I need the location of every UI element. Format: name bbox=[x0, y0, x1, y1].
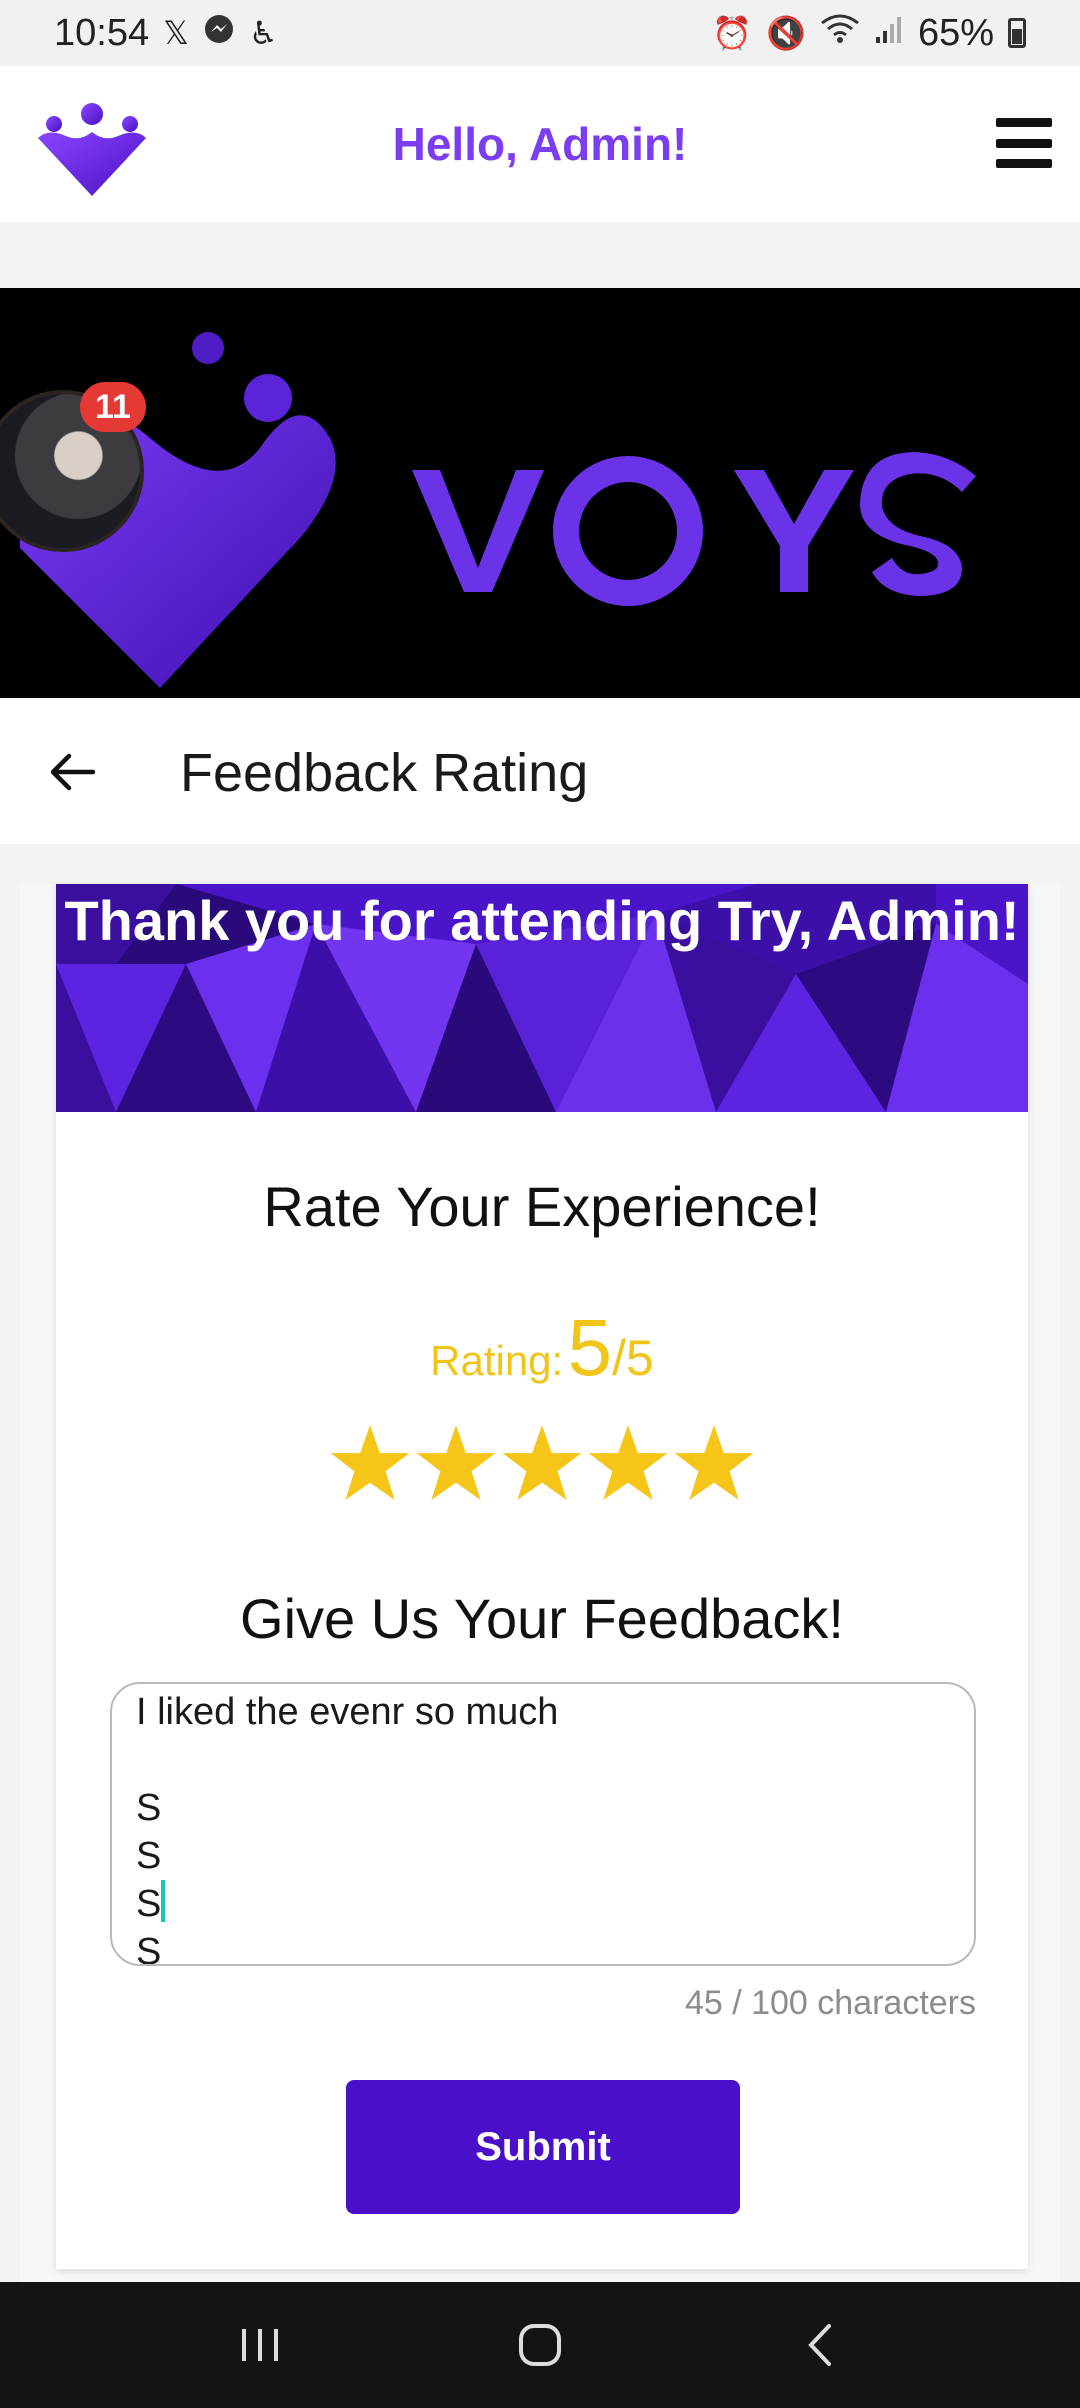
rating-value: 5 bbox=[567, 1303, 613, 1392]
signal-icon bbox=[874, 12, 904, 55]
android-nav-bar bbox=[0, 2282, 1080, 2408]
feedback-card: Thank you for attending Try, Admin! Rate… bbox=[56, 884, 1028, 2269]
page-title: Feedback Rating bbox=[180, 743, 589, 803]
submit-button[interactable]: Submit bbox=[346, 2080, 740, 2214]
star-icon[interactable] bbox=[415, 1422, 497, 1504]
home-icon[interactable] bbox=[500, 2305, 580, 2385]
x-icon: 𝕏 bbox=[163, 15, 189, 51]
text-cursor bbox=[161, 1880, 166, 1922]
feedback-line: I liked the evenr so much bbox=[136, 1691, 559, 1733]
mute-icon: 🔇 bbox=[766, 15, 806, 51]
voys-logo-icon[interactable] bbox=[36, 102, 148, 196]
back-icon[interactable] bbox=[780, 2305, 860, 2385]
star-icon[interactable] bbox=[587, 1422, 669, 1504]
hamburger-menu-icon[interactable] bbox=[996, 118, 1052, 168]
app-header: Hello, Admin! bbox=[0, 66, 1080, 222]
thanks-banner: Thank you for attending Try, Admin! bbox=[56, 884, 1028, 1112]
star-icon[interactable] bbox=[501, 1422, 583, 1504]
rate-heading: Rate Your Experience! bbox=[263, 1175, 821, 1238]
menu-line bbox=[996, 138, 1052, 148]
feedback-text: I liked the evenr so much SSSS bbox=[136, 1688, 950, 1966]
rating-label: Rating: bbox=[430, 1337, 564, 1384]
thanks-message: Thank you for attending Try, Admin! bbox=[64, 889, 1020, 952]
messenger-icon bbox=[203, 12, 235, 55]
recent-apps-icon[interactable] bbox=[220, 2305, 300, 2385]
alarm-icon: ⏰ bbox=[712, 15, 753, 51]
feedback-card-container: Thank you for attending Try, Admin! Rate… bbox=[20, 884, 1060, 2284]
feedback-textarea[interactable]: I liked the evenr so much SSSS bbox=[110, 1682, 976, 1966]
greeting: Hello, Admin! bbox=[392, 118, 688, 170]
wifi-icon bbox=[820, 12, 860, 55]
voys-banner-graphic bbox=[20, 332, 976, 688]
menu-line bbox=[996, 118, 1052, 127]
rating-max: /5 bbox=[612, 1330, 654, 1386]
rating-display: Rating: 5/5 bbox=[56, 1302, 1028, 1394]
page-header: Feedback Rating bbox=[0, 698, 1080, 844]
feedback-line: S bbox=[136, 1880, 950, 1928]
feedback-line: S bbox=[136, 1787, 162, 1829]
star-rating bbox=[56, 1422, 1028, 1504]
clock: 10:54 bbox=[54, 11, 150, 54]
notification-badge: 11 bbox=[80, 382, 146, 432]
char-count: 45 / 100 characters bbox=[684, 1984, 976, 2022]
accessibility-icon: ♿ bbox=[248, 15, 278, 51]
feedback-line: S bbox=[136, 1931, 162, 1966]
status-right: ⏰ 🔇 65% bbox=[712, 12, 1026, 55]
brand-banner: 11 bbox=[0, 288, 1080, 698]
voys-wordmark bbox=[412, 452, 976, 606]
arrow-left-icon bbox=[50, 753, 95, 791]
feedback-line: S bbox=[136, 1835, 162, 1877]
star-icon[interactable] bbox=[329, 1422, 411, 1504]
battery-icon bbox=[1008, 18, 1026, 48]
menu-line bbox=[996, 159, 1052, 168]
back-button[interactable] bbox=[42, 742, 102, 802]
status-bar: 10:54 𝕏 ♿ ⏰ 🔇 65% bbox=[0, 0, 1080, 66]
status-left: 10:54 𝕏 ♿ bbox=[54, 12, 278, 55]
battery-percent: 65% bbox=[917, 11, 994, 54]
feedback-heading: Give Us Your Feedback! bbox=[240, 1587, 844, 1650]
feedback-line bbox=[136, 1736, 950, 1784]
star-icon[interactable] bbox=[673, 1422, 755, 1504]
